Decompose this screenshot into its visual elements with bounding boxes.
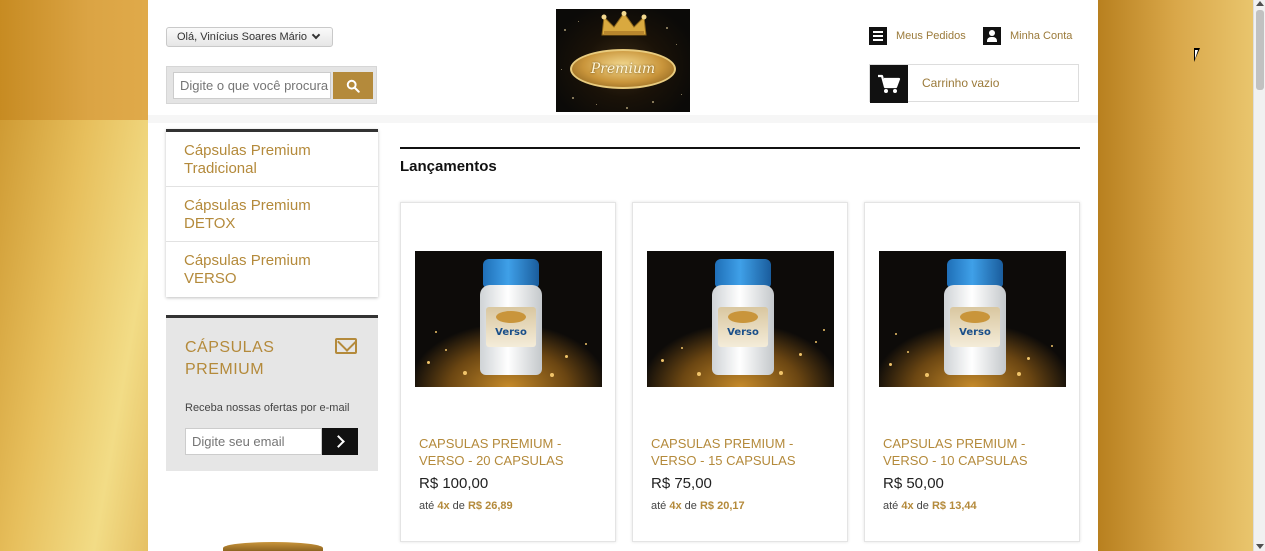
header-divider — [148, 115, 1098, 123]
bottle-label: Verso — [727, 327, 759, 338]
product-card[interactable]: Verso CAPSULAS PREMIUM - VERSO - 15 CAPS… — [632, 202, 848, 542]
chevron-down-icon — [311, 30, 321, 40]
crown-icon — [601, 11, 647, 36]
bottle-illustration: Verso — [944, 259, 1006, 379]
user-icon — [983, 27, 1001, 45]
product-image[interactable]: Verso — [415, 251, 602, 387]
my-orders-label: Meus Pedidos — [896, 30, 966, 42]
installment-prefix: até — [651, 500, 667, 512]
logo-emblem: Premium — [570, 49, 676, 89]
search-icon — [346, 79, 360, 93]
installment-connector: de — [916, 500, 929, 512]
installment-count: 4x — [437, 500, 450, 512]
page-scrollbar[interactable] — [1253, 0, 1265, 551]
installment-value: R$ 26,89 — [467, 500, 513, 512]
sidebar-logo-partial — [223, 542, 323, 551]
category-item[interactable]: Cápsulas Premium VERSO — [166, 242, 378, 297]
cart-icon — [870, 65, 908, 103]
search-bar — [166, 66, 377, 104]
background-decoration-right — [1098, 0, 1253, 551]
installment-count: 4x — [669, 500, 682, 512]
my-account-label: Minha Conta — [1010, 30, 1073, 42]
product-card[interactable]: Verso CAPSULAS PREMIUM - VERSO - 10 CAPS… — [864, 202, 1080, 542]
installment-count: 4x — [901, 500, 914, 512]
product-name[interactable]: CAPSULAS PREMIUM - VERSO - 20 CAPSULAS — [419, 435, 599, 469]
user-greeting-dropdown[interactable]: Olá, Vinícius Soares Mário — [166, 27, 333, 47]
installment-connector: de — [684, 500, 697, 512]
search-input[interactable] — [173, 72, 331, 99]
category-item[interactable]: Cápsulas Premium DETOX — [166, 187, 378, 242]
installment-value: R$ 20,17 — [699, 500, 745, 512]
search-button[interactable] — [333, 72, 373, 99]
bottle-label: Verso — [495, 327, 527, 338]
cart-button[interactable]: Carrinho vazio — [869, 64, 1079, 103]
section-divider — [400, 147, 1080, 149]
product-installments: até 4x de R$ 13,44 — [883, 500, 977, 512]
newsletter-submit-button[interactable] — [322, 428, 358, 455]
logo-text: Premium — [590, 61, 656, 77]
product-price: R$ 75,00 — [651, 475, 712, 492]
user-greeting-label: Olá, Vinícius Soares Mário — [177, 31, 308, 43]
list-icon — [869, 27, 887, 45]
newsletter-title: CÁPSULAS PREMIUM — [185, 339, 275, 378]
product-image[interactable]: Verso — [647, 251, 834, 387]
category-menu: Cápsulas Premium Tradicional Cápsulas Pr… — [166, 129, 378, 297]
product-card[interactable]: Verso CAPSULAS PREMIUM - VERSO - 20 CAPS… — [400, 202, 616, 542]
product-image[interactable]: Verso — [879, 251, 1066, 387]
bottle-label: Verso — [959, 327, 991, 338]
installment-value: R$ 13,44 — [931, 500, 977, 512]
my-account-link[interactable]: Minha Conta — [983, 27, 1072, 45]
product-installments: até 4x de R$ 20,17 — [651, 500, 745, 512]
newsletter-email-input[interactable] — [185, 428, 322, 455]
scroll-up-arrow-icon[interactable] — [1256, 1, 1264, 6]
mouse-cursor-icon — [1194, 48, 1200, 62]
category-item[interactable]: Cápsulas Premium Tradicional — [166, 132, 378, 187]
bottle-illustration: Verso — [712, 259, 774, 379]
background-decoration — [0, 0, 148, 120]
cart-label: Carrinho vazio — [922, 76, 1000, 90]
installment-prefix: até — [883, 500, 899, 512]
newsletter-description: Receba nossas ofertas por e-mail — [185, 402, 350, 414]
product-installments: até 4x de R$ 26,89 — [419, 500, 513, 512]
my-orders-link[interactable]: Meus Pedidos — [869, 27, 966, 45]
installment-prefix: até — [419, 500, 435, 512]
page-container: Olá, Vinícius Soares Mário Premium Meus … — [148, 0, 1098, 551]
product-price: R$ 50,00 — [883, 475, 944, 492]
scrollbar-thumb[interactable] — [1256, 10, 1264, 90]
store-logo[interactable]: Premium — [556, 9, 690, 112]
product-name[interactable]: CAPSULAS PREMIUM - VERSO - 10 CAPSULAS — [883, 435, 1063, 469]
product-price: R$ 100,00 — [419, 475, 489, 492]
installment-connector: de — [452, 500, 465, 512]
newsletter-box: CÁPSULAS PREMIUM Receba nossas ofertas p… — [166, 315, 378, 471]
section-title: Lançamentos — [400, 158, 497, 175]
envelope-icon — [335, 338, 357, 354]
product-name[interactable]: CAPSULAS PREMIUM - VERSO - 15 CAPSULAS — [651, 435, 831, 469]
bottle-illustration: Verso — [480, 259, 542, 379]
scroll-down-arrow-icon[interactable] — [1256, 544, 1264, 549]
